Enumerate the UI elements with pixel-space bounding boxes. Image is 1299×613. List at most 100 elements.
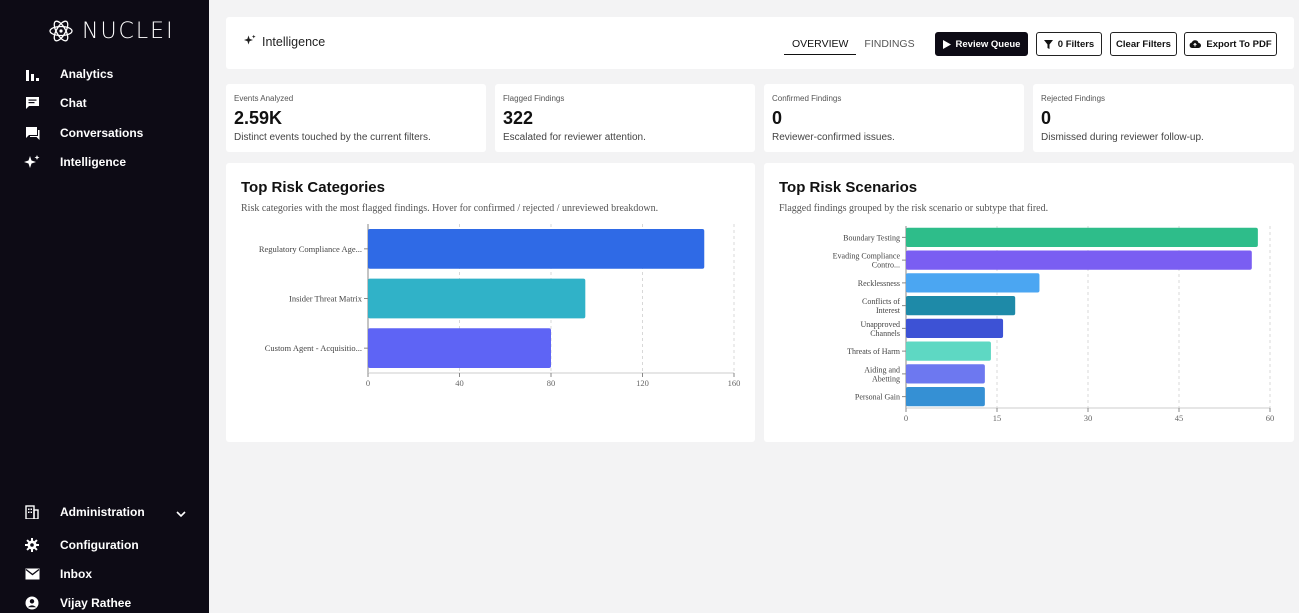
chart-card-top-risk-categories: Top Risk Categories Risk categories with… (226, 163, 755, 442)
gear-icon (24, 537, 40, 553)
filters-button[interactable]: 0 Filters (1036, 32, 1102, 56)
sidebar-item-label: Inbox (60, 567, 92, 581)
x-tick-label: 30 (1084, 413, 1093, 423)
sidebar-item-label: Configuration (60, 538, 139, 552)
stat-description: Escalated for reviewer attention. (503, 132, 646, 143)
page-header: Intelligence OVERVIEW FINDINGS Review Qu… (226, 17, 1294, 69)
y-tick-label: Recklessness (858, 279, 900, 288)
logo-text: NUCLEI (82, 18, 175, 44)
sidebar-item-administration[interactable]: Administration (24, 502, 186, 522)
y-tick-label: Contro... (872, 261, 900, 270)
risk-categories-chart: 0 40 80 120 160 Regulatory Compliance Age... I… (259, 224, 741, 388)
stat-description: Reviewer-confirmed issues. (772, 132, 895, 143)
building-icon (24, 504, 40, 520)
sidebar-item-inbox[interactable]: Inbox (24, 564, 92, 584)
stat-label: Events Analyzed (234, 94, 294, 103)
y-tick-label: Boundary Testing (843, 233, 900, 242)
x-tick-label: 60 (1266, 413, 1275, 423)
bar (906, 341, 991, 361)
x-tick-label: 160 (728, 378, 741, 388)
sidebar-item-user[interactable]: Vijay Rathee (24, 593, 131, 613)
y-tick-label: Abetting (872, 374, 900, 383)
x-tick-label: 40 (455, 378, 464, 388)
tab-bar: OVERVIEW FINDINGS (784, 38, 923, 55)
sidebar-item-label: Chat (60, 96, 87, 110)
tab-findings[interactable]: FINDINGS (856, 38, 922, 55)
stat-label: Flagged Findings (503, 94, 565, 103)
x-tick-label: 0 (366, 378, 370, 388)
user-icon (24, 595, 40, 611)
y-tick-label: Custom Agent - Acquisitio... (265, 343, 362, 353)
stat-value: 2.59K (234, 108, 283, 128)
y-tick-label: Threats of Harm (847, 347, 901, 356)
conversations-icon (24, 125, 40, 141)
export-pdf-label: Export To PDF (1206, 38, 1272, 50)
bar (906, 364, 985, 384)
stat-card-confirmed-findings: Confirmed Findings 0 Reviewer-confirmed … (764, 84, 1024, 152)
stat-label: Rejected Findings (1041, 94, 1106, 103)
x-tick-label: 120 (636, 378, 649, 388)
bar (368, 278, 586, 319)
stat-value: 0 (772, 108, 783, 128)
x-tick-label: 80 (547, 378, 556, 388)
x-tick-label: 45 (1175, 413, 1184, 423)
y-tick-label: Channels (870, 329, 900, 338)
stat-card-flagged-findings: Flagged Findings 322 Escalated for revie… (495, 84, 755, 152)
bar-chart-icon (24, 66, 40, 82)
bar (906, 273, 1040, 293)
play-icon (942, 39, 951, 49)
x-tick-label: 15 (993, 413, 1002, 423)
bar (906, 227, 1258, 248)
y-tick-label: Conflicts of (862, 297, 900, 306)
y-tick-label: Personal Gain (855, 393, 900, 402)
sidebar-item-intelligence[interactable]: Intelligence (24, 152, 126, 172)
export-pdf-button[interactable]: Export To PDF (1184, 32, 1277, 56)
tab-overview[interactable]: OVERVIEW (784, 38, 857, 55)
y-tick-label: Evading Compliance (833, 252, 901, 261)
sidebar-item-label: Vijay Rathee (60, 596, 132, 610)
clear-filters-label: Clear Filters (1116, 38, 1171, 50)
y-tick-label: Unapproved (860, 320, 900, 329)
chevron-down-icon[interactable] (176, 505, 186, 523)
stat-value: 0 (1041, 108, 1052, 128)
y-tick-label: Insider Threat Matrix (289, 294, 363, 304)
sidebar-item-label: Administration (60, 505, 145, 519)
atom-logo-icon (49, 20, 73, 42)
y-tick-label: Interest (876, 306, 901, 315)
sidebar-item-conversations[interactable]: Conversations (24, 123, 143, 143)
page-title: Intelligence (244, 34, 325, 49)
stat-value: 322 (503, 108, 534, 128)
bar (906, 318, 1004, 339)
stat-card-rejected-findings: Rejected Findings 0 Dismissed during rev… (1033, 84, 1294, 152)
sidebar-item-analytics[interactable]: Analytics (24, 64, 113, 84)
stat-description: Dismissed during reviewer follow-up. (1041, 132, 1204, 143)
bar (906, 250, 1252, 270)
sidebar-item-configuration[interactable]: Configuration (24, 535, 139, 555)
sidebar-item-chat[interactable]: Chat (24, 93, 87, 113)
risk-scenarios-chart: 0 15 30 45 60 Boundary Testing Evading Complia… (833, 226, 1275, 423)
stat-description: Distinct events touched by the current f… (234, 132, 431, 143)
y-tick-label: Regulatory Compliance Age... (259, 244, 362, 254)
chart-card-top-risk-scenarios: Top Risk Scenarios Flagged findings grou… (764, 163, 1294, 442)
filters-label: 0 Filters (1057, 38, 1095, 50)
sparkle-icon (24, 154, 40, 170)
cloud-upload-icon (1189, 40, 1202, 48)
sidebar: NUCLEI Analytics Chat Conversations Inte… (0, 0, 209, 613)
bar (368, 328, 551, 369)
review-queue-label: Review Queue (955, 38, 1021, 50)
y-tick-label: Aiding and (864, 365, 900, 374)
stat-card-events-analyzed: Events Analyzed 2.59K Distinct events to… (226, 84, 486, 152)
sidebar-item-label: Intelligence (60, 155, 127, 169)
sidebar-item-label: Analytics (60, 67, 114, 81)
bar (906, 386, 985, 407)
x-tick-label: 0 (904, 413, 908, 423)
app-logo[interactable]: NUCLEI (48, 18, 175, 44)
clear-filters-button[interactable]: Clear Filters (1110, 32, 1177, 56)
mail-icon (24, 566, 40, 582)
review-queue-button[interactable]: Review Queue (935, 32, 1028, 56)
bar (906, 295, 1016, 316)
chat-icon (24, 95, 40, 111)
page-title-text: Intelligence (262, 34, 326, 49)
sidebar-item-label: Conversations (60, 126, 144, 140)
stat-label: Confirmed Findings (772, 94, 842, 103)
